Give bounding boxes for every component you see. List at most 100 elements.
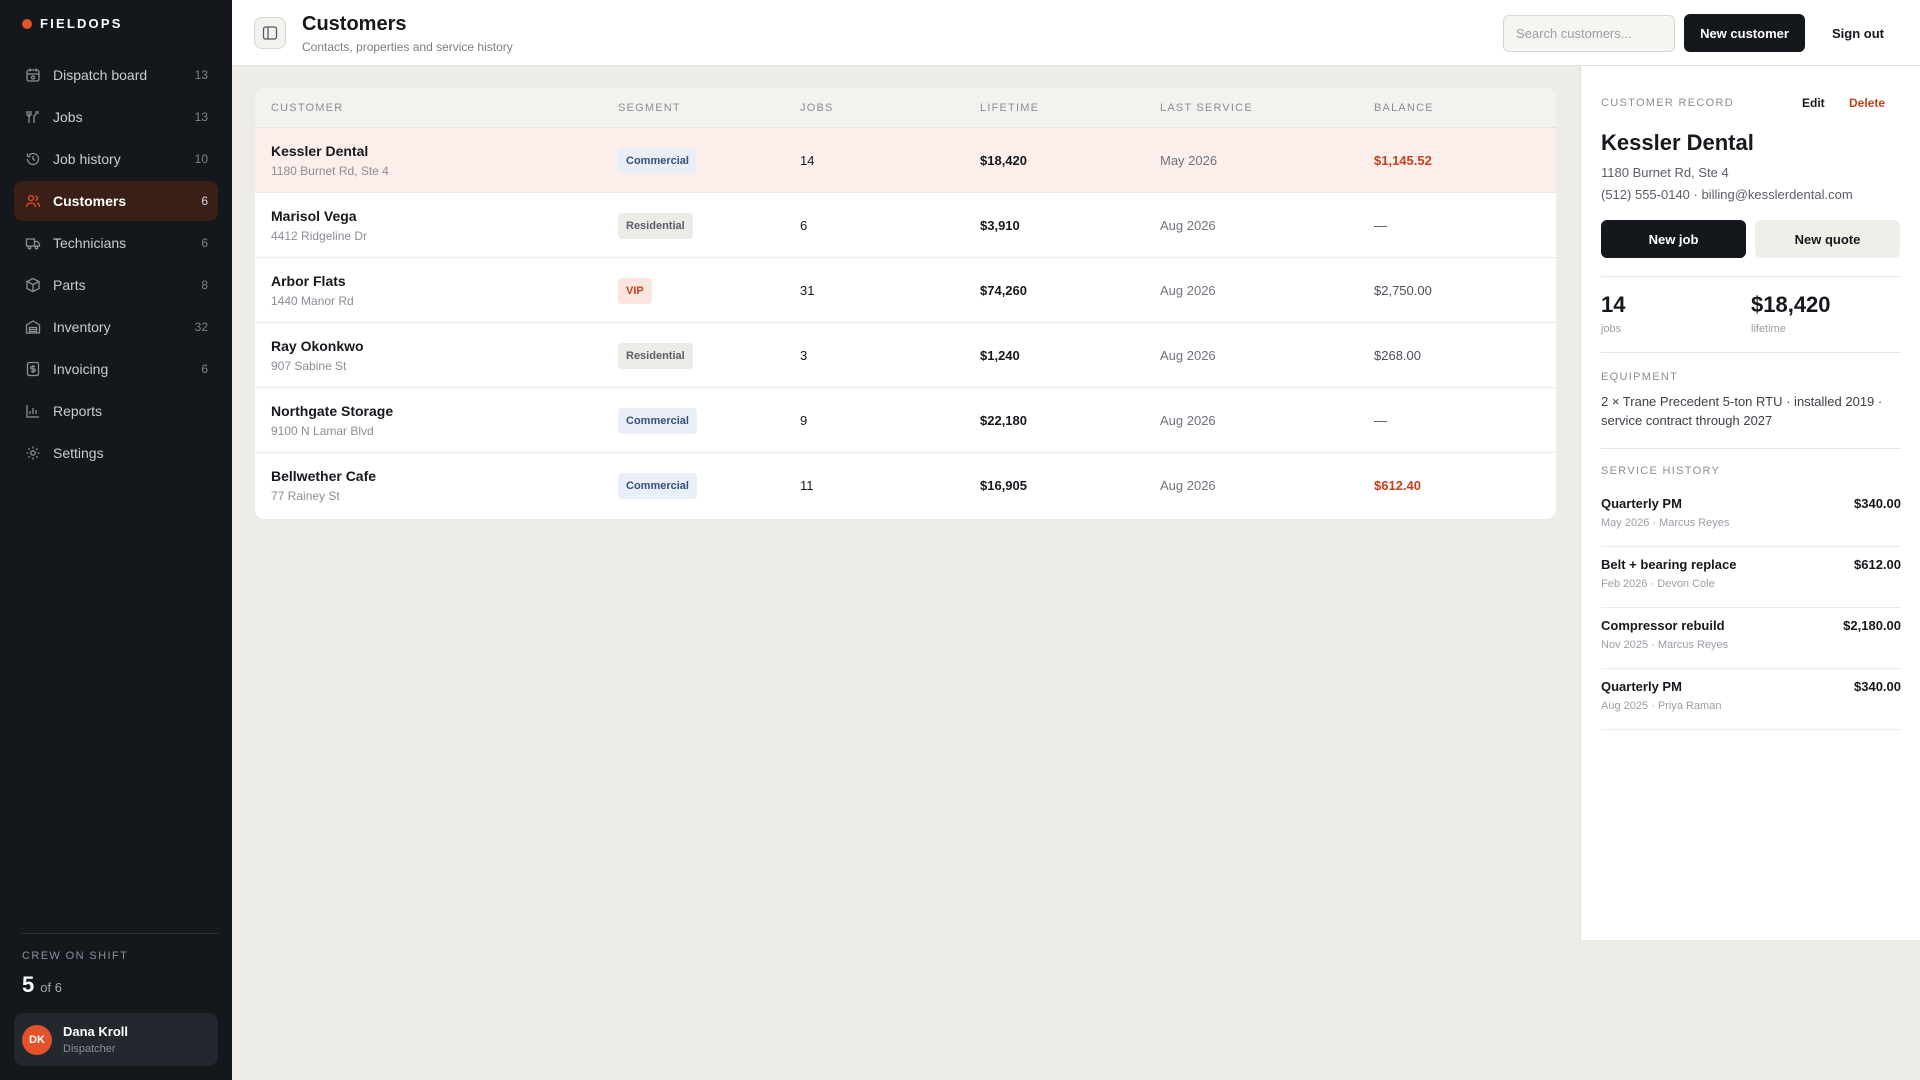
sidebar-item-technicians[interactable]: Technicians 6 (14, 223, 218, 263)
customer-detail-contact: (512) 555-0140 · billing@kesslerdental.c… (1601, 187, 1853, 202)
delete-button[interactable]: Delete (1849, 96, 1885, 110)
jobs-count: 14 (800, 153, 815, 168)
crew-label: CREW ON SHIFT (22, 950, 129, 962)
stat-jobs-label: jobs (1601, 323, 1622, 335)
table-row[interactable]: Arbor Flats 1440 Manor Rd VIP 31 $74,260… (255, 258, 1556, 323)
last-service: Aug 2026 (1160, 348, 1216, 363)
lifetime-value: $1,240 (980, 348, 1020, 363)
customer-name: Northgate Storage (271, 403, 394, 419)
balance: — (1374, 413, 1387, 428)
customer-name: Arbor Flats (271, 273, 346, 289)
last-service: Aug 2026 (1160, 283, 1216, 298)
table-row[interactable]: Northgate Storage 9100 N Lamar Blvd Comm… (255, 388, 1556, 453)
segment-badge: Residential (618, 343, 693, 369)
truck-icon (24, 234, 42, 252)
column-header-balance[interactable]: BALANCE (1374, 102, 1434, 114)
segment-badge: Residential (618, 213, 693, 239)
jobs-count: 6 (800, 218, 808, 233)
customer-name: Bellwether Cafe (271, 468, 377, 484)
column-header-jobs[interactable]: JOBS (800, 102, 834, 114)
sidebar-item-label: Parts (53, 277, 86, 293)
table-row[interactable]: Ray Okonkwo 907 Sabine St Residential 3 … (255, 323, 1556, 388)
crew-value: 5 of 6 (22, 972, 218, 998)
customer-name: Marisol Vega (271, 208, 357, 224)
service-history-item[interactable]: Compressor rebuild Nov 2025 · Marcus Rey… (1601, 608, 1901, 669)
column-header-segment[interactable]: SEGMENT (618, 102, 681, 114)
column-header-customer[interactable]: CUSTOMER (271, 102, 343, 114)
sidebar-toggle-button[interactable] (254, 17, 286, 49)
sidebar-item-inventory[interactable]: Inventory 32 (14, 307, 218, 347)
edit-button[interactable]: Edit (1802, 96, 1825, 110)
last-service: Aug 2026 (1160, 218, 1216, 233)
sidebar-item-label: Dispatch board (53, 67, 148, 83)
equipment-text: 2 × Trane Precedent 5-ton RTU · installe… (1601, 394, 1883, 428)
gear-icon (24, 444, 42, 462)
customer-address: 907 Sabine St (271, 359, 347, 373)
service-history-label: SERVICE HISTORY (1601, 465, 1721, 477)
user-card[interactable]: DK Dana Kroll Dispatcher (14, 1013, 218, 1066)
user-role: Dispatcher (63, 1043, 116, 1055)
last-service: Aug 2026 (1160, 478, 1216, 493)
history-meta: Nov 2025 · Marcus Reyes (1601, 639, 1729, 651)
history-icon (24, 150, 42, 168)
history-meta: May 2026 · Marcus Reyes (1601, 517, 1730, 529)
sidebar-item-customers[interactable]: Customers 6 (14, 181, 218, 221)
sidebar-item-label: Inventory (53, 319, 111, 335)
sidebar-item-count: 6 (201, 362, 208, 376)
dispatch-icon (24, 66, 42, 84)
jobs-count: 9 (800, 413, 808, 428)
history-amount: $340.00 (1854, 496, 1901, 511)
sidebar-item-settings[interactable]: Settings (14, 433, 218, 473)
sidebar-nav: Dispatch board 13 Jobs 13 Job history 10… (14, 55, 218, 475)
sidebar-item-count: 32 (194, 320, 208, 334)
segment-badge: Commercial (618, 148, 697, 174)
stat-lifetime-value: $18,420 (1751, 292, 1831, 317)
sidebar-item-label: Customers (53, 193, 127, 209)
brand-logo[interactable]: FIELDOPS (22, 16, 123, 31)
sidebar-item-parts[interactable]: Parts 8 (14, 265, 218, 305)
sidebar-item-invoicing[interactable]: Invoicing 6 (14, 349, 218, 389)
column-header-last-service[interactable]: LAST SERVICE (1160, 102, 1253, 114)
column-header-lifetime[interactable]: LIFETIME (980, 102, 1039, 114)
history-meta: Aug 2025 · Priya Raman (1601, 700, 1722, 712)
table-row[interactable]: Bellwether Cafe 77 Rainey St Commercial … (255, 453, 1556, 518)
sidebar-item-job-history[interactable]: Job history 10 (14, 139, 218, 179)
new-customer-button[interactable]: New customer (1684, 14, 1805, 52)
equipment-label: EQUIPMENT (1601, 371, 1679, 383)
service-history-item[interactable]: Quarterly PM May 2026 · Marcus Reyes $34… (1601, 486, 1901, 547)
sidebar-item-count: 6 (201, 194, 208, 208)
lifetime-value: $16,905 (980, 478, 1027, 493)
balance: $1,145.52 (1374, 153, 1432, 168)
sidebar-item-label: Technicians (53, 235, 127, 251)
customer-detail-panel: CUSTOMER RECORD Edit Delete Kessler Dent… (1580, 66, 1920, 940)
service-history-item[interactable]: Belt + bearing replace Feb 2026 · Devon … (1601, 547, 1901, 608)
service-history-item[interactable]: Quarterly PM Aug 2025 · Priya Raman $340… (1601, 669, 1901, 730)
customer-name: Kessler Dental (271, 143, 369, 159)
new-job-button[interactable]: New job (1601, 220, 1746, 258)
customer-detail-name: Kessler Dental (1601, 130, 1754, 155)
lifetime-value: $3,910 (980, 218, 1020, 233)
user-name: Dana Kroll (63, 1024, 129, 1039)
sidebar-item-label: Settings (53, 445, 104, 461)
users-icon (24, 192, 42, 210)
table-row[interactable]: Marisol Vega 4412 Ridgeline Dr Residenti… (255, 193, 1556, 258)
balance: $2,750.00 (1374, 283, 1432, 298)
table-row[interactable]: Kessler Dental 1180 Burnet Rd, Ste 4 Com… (255, 128, 1556, 193)
divider (1601, 276, 1901, 277)
customer-address: 1440 Manor Rd (271, 294, 354, 308)
sidebar-item-jobs[interactable]: Jobs 13 (14, 97, 218, 137)
segment-badge: Commercial (618, 408, 697, 434)
sidebar-item-label: Jobs (53, 109, 83, 125)
new-quote-button[interactable]: New quote (1755, 220, 1900, 258)
customer-address: 77 Rainey St (271, 489, 340, 503)
sign-out-button[interactable]: Sign out (1821, 14, 1895, 52)
search-input[interactable] (1503, 15, 1675, 52)
sidebar-item-reports[interactable]: Reports (14, 391, 218, 431)
history-title: Compressor rebuild (1601, 618, 1725, 633)
table-header: CUSTOMER SEGMENT JOBS LIFETIME LAST SERV… (255, 88, 1556, 128)
divider (1601, 448, 1901, 449)
page-title: Customers (302, 13, 407, 35)
sidebar-item-dispatch-board[interactable]: Dispatch board 13 (14, 55, 218, 95)
chart-icon (24, 402, 42, 420)
warehouse-icon (24, 318, 42, 336)
